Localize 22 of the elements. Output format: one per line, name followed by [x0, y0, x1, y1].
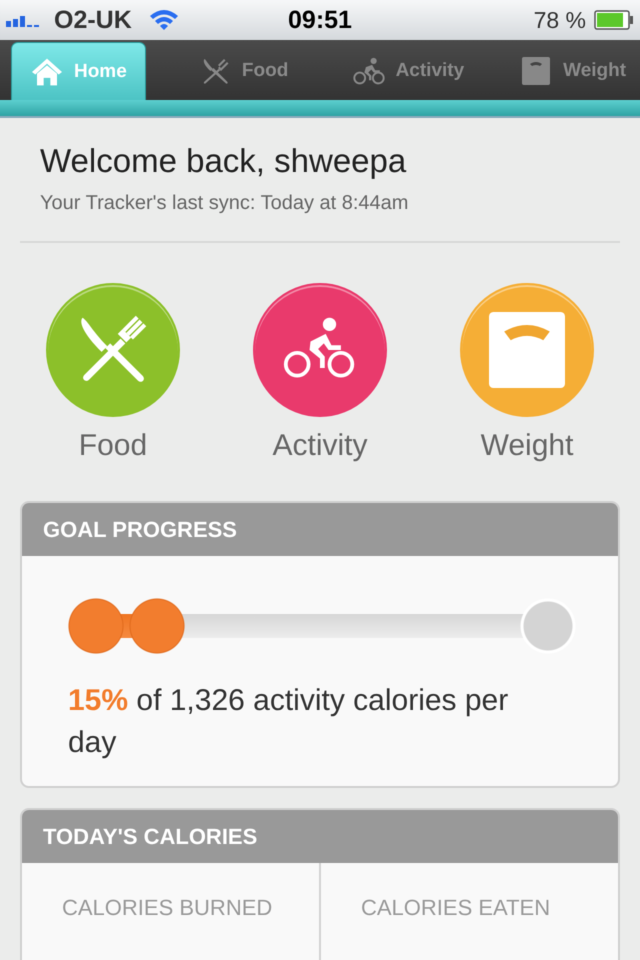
- card-header: TODAY'S CALORIES: [22, 810, 618, 863]
- welcome-heading: Welcome back, shweepa: [39, 142, 408, 180]
- scale-icon: [489, 312, 565, 388]
- calorie-label: CALORIES BURNED: [62, 895, 274, 921]
- cyclist-icon: [352, 56, 386, 86]
- tab[interactable]: Weight: [505, 42, 640, 100]
- tab[interactable]: Food: [176, 42, 311, 100]
- house-icon: [30, 56, 64, 86]
- battery-percentage: 78 %: [534, 6, 586, 34]
- clock-time: 09:51: [288, 6, 352, 34]
- shortcut-label: Food: [78, 429, 148, 463]
- tab[interactable]: Home: [11, 42, 146, 100]
- tab[interactable]: Activity: [340, 42, 476, 100]
- calorie-label: CALORIES EATEN: [361, 895, 552, 921]
- last-sync-text: Your Tracker's last sync: Today at 8:44am: [39, 192, 410, 215]
- shortcut-label: Weight: [480, 429, 574, 463]
- wifi-icon: [148, 8, 180, 32]
- shortcut-label: Activity: [272, 429, 368, 463]
- card-header: GOAL PROGRESS: [22, 503, 618, 556]
- goal-summary-text: 15% of 1,326 activity calories per day: [68, 683, 510, 761]
- battery-icon: [594, 10, 634, 30]
- carrier-name: O2-UK: [54, 6, 132, 34]
